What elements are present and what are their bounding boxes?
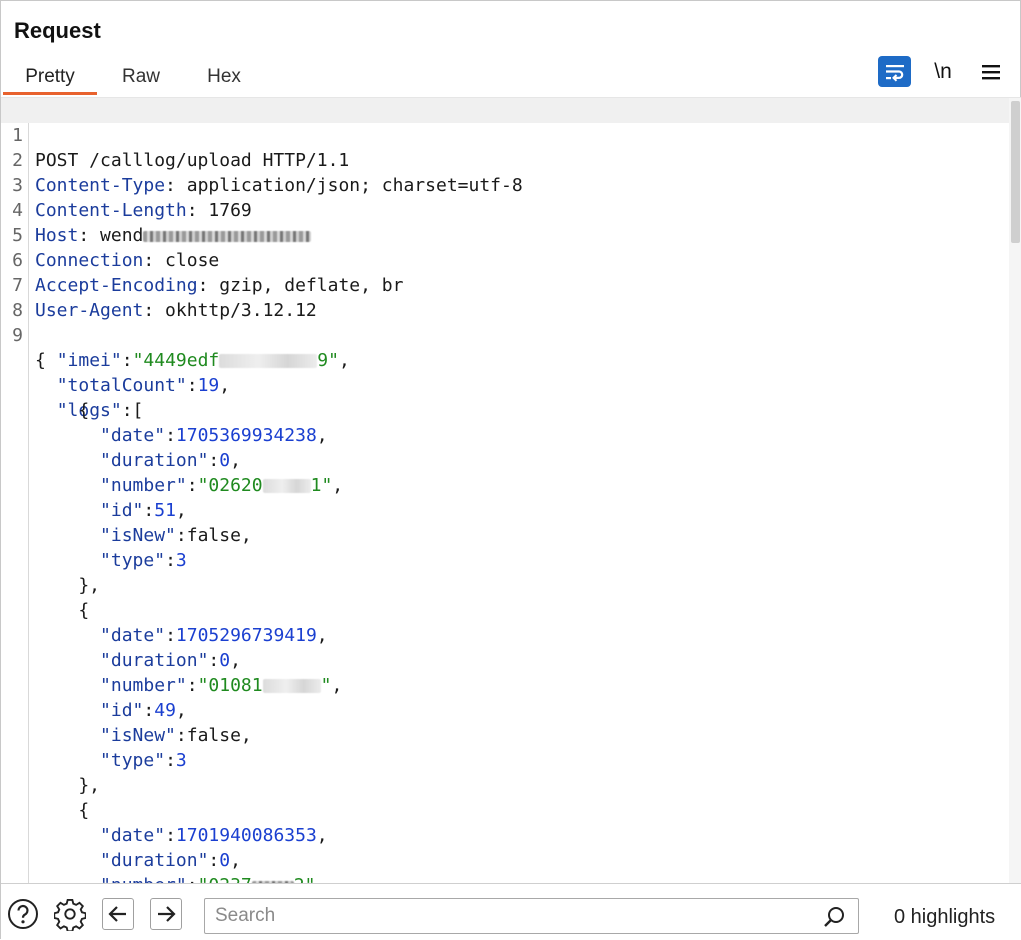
scrollbar-thumb[interactable] <box>1011 101 1020 243</box>
tab-raw[interactable]: Raw <box>106 65 176 95</box>
request-panel: Request Pretty Raw Hex \n 1 POST /calllo… <box>0 0 1021 940</box>
code-line: 1 POST /calllog/upload HTTP/1.1 <box>1 98 1009 171</box>
code-line: "duration":0, <box>100 650 241 671</box>
log-isnew: false <box>186 525 241 546</box>
log-id: 51 <box>154 500 176 521</box>
code-line: 7 User-Agent: okhttp/3.12.12 <box>1 248 1009 321</box>
help-circle-icon <box>8 899 38 929</box>
code-line: "date":1705369934238, <box>100 425 328 446</box>
code-line: }, <box>35 775 101 796</box>
code-line: 3 Content-Length: 1769 <box>1 148 1009 221</box>
vertical-scrollbar[interactable] <box>1009 98 1021 883</box>
code-line: }, <box>35 575 101 596</box>
message-editor[interactable]: 1 POST /calllog/upload HTTP/1.1 2 Conten… <box>1 97 1021 883</box>
code-line: { <box>35 400 90 421</box>
log-duration: 0 <box>219 650 231 671</box>
gear-icon <box>54 898 86 931</box>
word-wrap-icon <box>885 64 904 82</box>
code-line: "number":"02372" <box>1 873 1009 883</box>
log-date: 1705296739419 <box>175 625 317 646</box>
search-icon[interactable] <box>822 904 848 930</box>
options-menu-button[interactable] <box>976 57 1006 87</box>
help-button[interactable] <box>7 898 39 930</box>
log-number: 01081 <box>208 675 263 696</box>
panel-title: Request <box>14 18 101 43</box>
code-line: "isNew":false, <box>100 525 252 546</box>
code-line: 8 <box>1 273 1009 321</box>
show-newlines-button[interactable]: \n <box>926 57 960 87</box>
log-duration: 0 <box>219 850 231 871</box>
settings-button[interactable] <box>54 898 86 931</box>
code-line: "duration":0, <box>100 850 241 871</box>
next-match-button[interactable] <box>150 898 182 930</box>
code-line: "number":"02620 1", <box>100 475 344 496</box>
code-line: "number":"01081 ", <box>100 675 343 696</box>
log-type: 3 <box>175 750 187 771</box>
code-line: 4 Host: wend <box>1 173 1009 246</box>
code-line: 2 Content-Type: application/json; charse… <box>1 123 1009 196</box>
code-line: "type":3 <box>100 750 187 771</box>
view-tabs: Pretty Raw Hex <box>1 59 1021 95</box>
code-line: "id":51, <box>100 500 187 521</box>
arrow-left-icon <box>108 906 126 922</box>
search-input[interactable] <box>205 899 815 933</box>
arrow-right-icon <box>158 906 176 922</box>
tab-hex[interactable]: Hex <box>189 65 259 95</box>
tab-pretty[interactable]: Pretty <box>3 65 97 95</box>
code-line: "duration":0, <box>100 450 241 471</box>
code-line: "date":1705296739419, <box>100 625 328 646</box>
log-date: 1705369934238 <box>175 425 317 446</box>
log-date: 1701940086353 <box>175 825 317 846</box>
code-line: 9 { <box>1 298 1009 371</box>
code-line: "date":1701940086353, <box>100 825 328 846</box>
code-line: "totalCount":19, <box>56 375 231 396</box>
redacted-number <box>262 479 311 493</box>
log-number: 02620 <box>208 475 263 496</box>
code-line: "type":3 <box>100 550 187 571</box>
word-wrap-toggle-button[interactable] <box>878 56 911 87</box>
log-type: 3 <box>175 550 187 571</box>
code-line: 5 Connection: close <box>1 198 1009 271</box>
code-line: { <box>35 600 90 621</box>
code-line: "id":49, <box>100 700 187 721</box>
highlights-count: 0 highlights <box>894 906 996 928</box>
previous-match-button[interactable] <box>102 898 134 930</box>
code-line: 6 Accept-Encoding: gzip, deflate, br <box>1 223 1009 296</box>
log-number: 0237 <box>208 875 251 883</box>
search-bar: 0 highlights <box>1 883 1021 940</box>
redacted-number <box>262 679 321 693</box>
log-id: 49 <box>154 700 176 721</box>
code-line: { <box>35 800 90 821</box>
log-isnew: false <box>186 725 241 746</box>
code-area: 1 POST /calllog/upload HTTP/1.1 2 Conten… <box>1 98 1009 883</box>
code-line: "logs":[ <box>56 400 144 421</box>
hamburger-menu-icon <box>982 65 1000 80</box>
log-duration: 0 <box>219 450 231 471</box>
code-line: "imei":"4449edf 9", <box>56 350 350 371</box>
search-box <box>204 898 859 934</box>
code-line: "isNew":false, <box>100 725 252 746</box>
